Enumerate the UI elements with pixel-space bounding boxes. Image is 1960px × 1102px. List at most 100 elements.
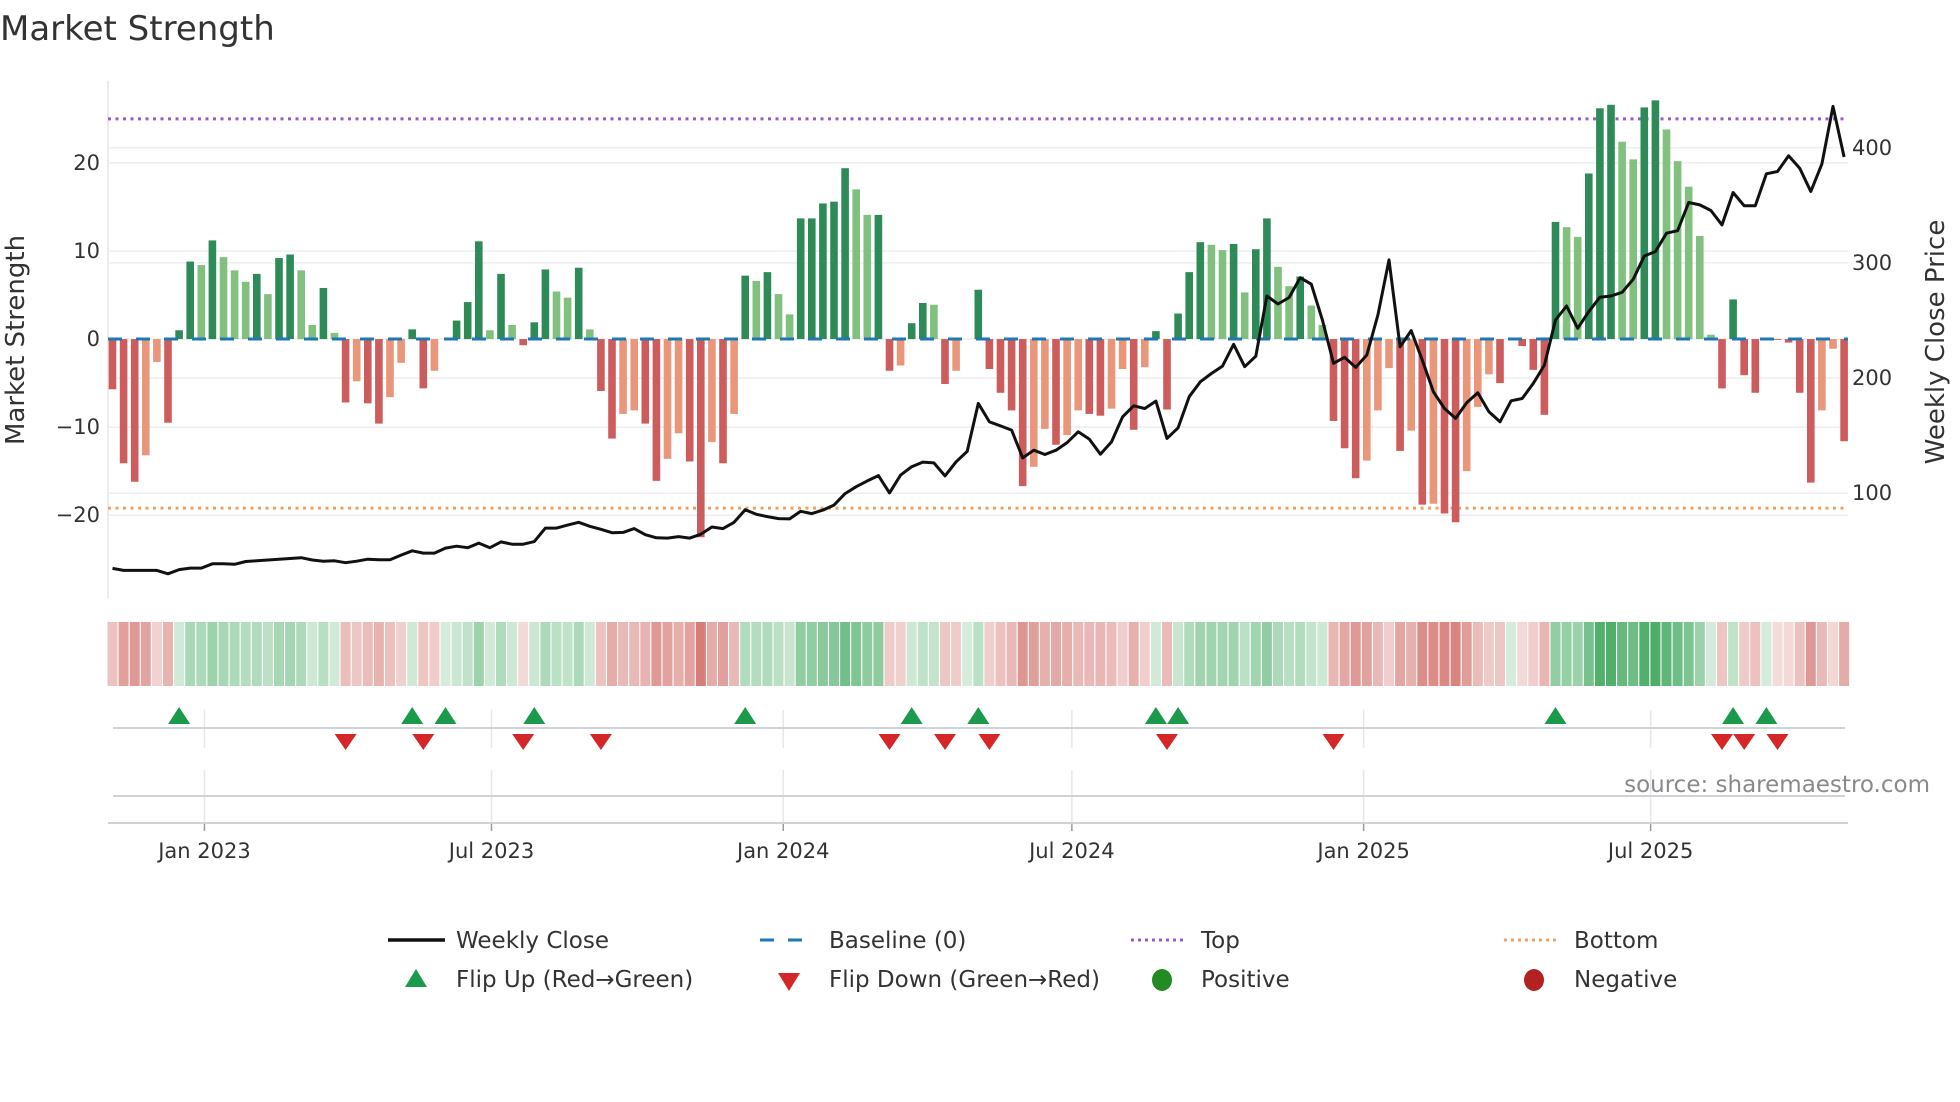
flip-up-marker [434, 707, 457, 724]
legend-flip-down: Flip Down (Green→Red) [829, 967, 1100, 993]
strength-bar [519, 339, 527, 346]
strength-bar [1063, 339, 1071, 436]
flip-up-marker [1544, 707, 1567, 724]
heat-cell [140, 622, 151, 686]
y2-tick-label: 400 [1852, 136, 1892, 160]
strength-bar [275, 258, 283, 340]
heat-cell [473, 622, 484, 686]
heat-cell [207, 622, 218, 686]
heat-cell [906, 622, 917, 686]
strength-bar [430, 339, 439, 371]
strength-bar [375, 339, 383, 424]
x-tick-label: Jul 2024 [1027, 839, 1114, 863]
heat-cell [1139, 622, 1150, 686]
heat-cell [1816, 622, 1827, 686]
strength-bar [808, 218, 816, 340]
y-tick-label: 20 [73, 151, 100, 175]
heat-cell [1117, 622, 1128, 686]
heat-cell [1717, 622, 1727, 686]
flip-up-marker [900, 707, 923, 724]
strength-bar [730, 339, 738, 414]
heat-cell [1617, 622, 1628, 686]
strength-bar [253, 273, 261, 340]
heat-cell [1794, 622, 1805, 686]
heat-cell [1173, 622, 1184, 686]
heat-cell [1694, 622, 1705, 686]
heat-cell [984, 622, 995, 686]
strength-bar [663, 339, 672, 459]
strength-bar [608, 339, 616, 439]
heat-cell [718, 622, 728, 686]
heat-cell [1439, 622, 1450, 686]
flip-up-marker [1167, 707, 1190, 724]
heat-cell [318, 622, 329, 686]
strength-bar [1562, 227, 1571, 340]
strength-bar [1096, 339, 1105, 416]
strength-bar [286, 254, 294, 340]
heat-cell [540, 622, 551, 686]
heat-cell [1206, 622, 1217, 686]
heat-cell [695, 622, 706, 686]
flip-down-marker [1766, 734, 1789, 750]
strength-bar [1696, 236, 1704, 340]
strength-bar [1007, 339, 1016, 411]
heat-cell [1550, 622, 1561, 686]
flip-down-marker [589, 734, 612, 750]
heat-cell [163, 622, 173, 686]
strength-bar [408, 329, 416, 340]
strength-bar [830, 201, 838, 340]
y2-tick-label: 200 [1852, 366, 1892, 390]
strength-bar [1729, 299, 1737, 340]
strength-bar [1829, 339, 1837, 349]
strength-bar [1196, 242, 1205, 340]
strength-bar [419, 339, 428, 389]
strength-bar [552, 291, 561, 340]
strength-bar [1263, 218, 1271, 340]
heat-cell [107, 622, 118, 686]
x-tick-label: Jan 2023 [156, 839, 251, 863]
strength-bar [1740, 339, 1748, 376]
strength-bar [619, 339, 627, 414]
strength-bar [1440, 339, 1449, 514]
heat-cell [351, 622, 362, 686]
legend-weekly-close: Weekly Close [456, 928, 609, 954]
strength-bar [397, 339, 405, 363]
heat-cell [973, 622, 984, 686]
heat-cell [1339, 622, 1350, 686]
heat-cell [629, 622, 640, 686]
heat-cell [1650, 622, 1661, 686]
strength-bar [907, 323, 916, 340]
legend-flip-up-icon [405, 969, 427, 987]
heat-cell [396, 622, 407, 686]
heat-cell [462, 622, 473, 686]
strength-bar [1451, 339, 1460, 523]
heat-cell [429, 622, 440, 686]
heat-cell [1239, 622, 1250, 686]
heat-cell [651, 622, 662, 686]
heat-cell [1217, 622, 1228, 686]
strength-bar [1174, 313, 1182, 340]
strength-bar [919, 302, 927, 340]
heat-cell [1062, 622, 1073, 686]
strength-bar [341, 339, 350, 403]
heat-cell [840, 622, 851, 686]
flip-down-marker [1711, 734, 1733, 750]
heat-cell [573, 622, 584, 686]
strength-bar [230, 270, 239, 340]
strength-bar [641, 339, 650, 424]
legend-positive: Positive [1201, 967, 1290, 993]
heat-cell [484, 622, 495, 686]
strength-bar [674, 339, 683, 434]
strength-bar [319, 287, 328, 340]
strength-bar [896, 339, 905, 366]
strength-bar [874, 214, 883, 340]
strength-bar [974, 289, 983, 340]
heat-cell [1395, 622, 1406, 686]
legend-negative-icon [1524, 969, 1544, 991]
heat-cell [118, 622, 129, 686]
strength-bar [1163, 339, 1171, 410]
strength-bar [708, 339, 716, 443]
y-tick-label: −10 [56, 415, 100, 439]
right-axis-ticks: 400 300 200 100 [1852, 136, 1892, 505]
heat-cell [1772, 622, 1783, 686]
